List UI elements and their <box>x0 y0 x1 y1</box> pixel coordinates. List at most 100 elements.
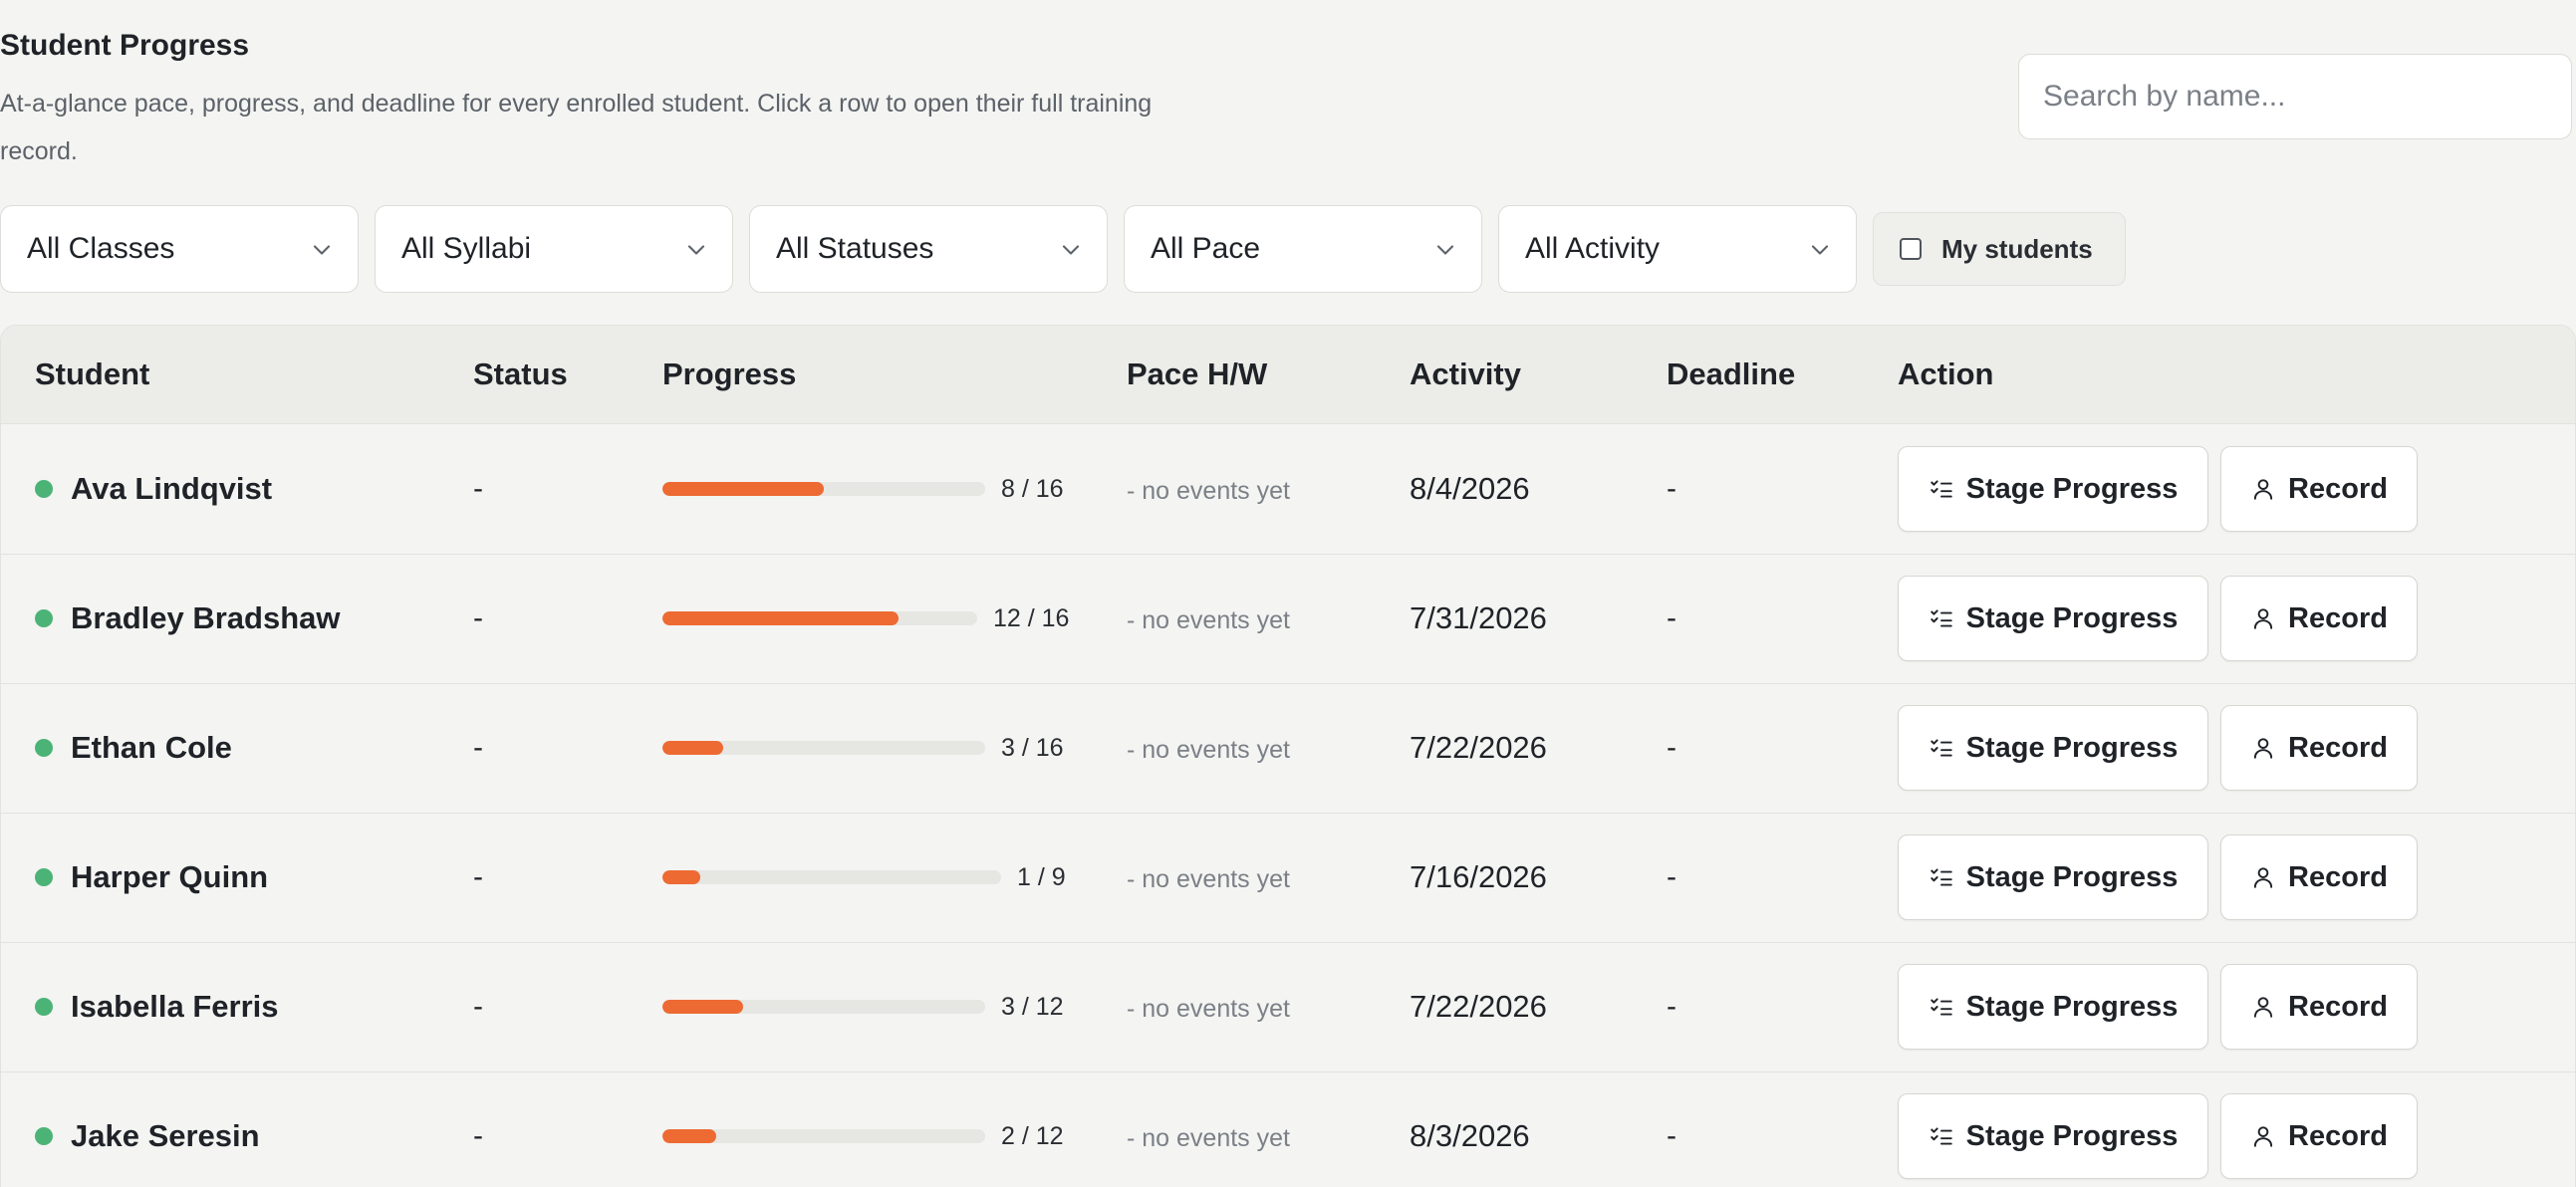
stage-progress-button[interactable]: Stage Progress <box>1898 964 2208 1050</box>
user-icon <box>2253 997 2273 1018</box>
pace-filter-select[interactable]: All Pace <box>1124 205 1482 293</box>
active-status-dot <box>35 998 53 1016</box>
user-icon <box>2253 738 2273 759</box>
column-header-deadline[interactable]: Deadline <box>1667 326 1795 423</box>
progress-bar-fill <box>662 611 899 625</box>
student-name: Ava Lindqvist <box>71 471 273 506</box>
progress-bar <box>662 1000 985 1014</box>
student-status: - <box>473 860 483 893</box>
record-label: Record <box>2288 1119 2388 1152</box>
record-button[interactable]: Record <box>2220 705 2418 791</box>
pace-value: - no events yet <box>1127 736 1290 764</box>
my-students-toggle[interactable]: My students <box>1873 212 2126 286</box>
page-description: At-a-glance pace, progress, and deadline… <box>0 90 1153 165</box>
stage-progress-label: Stage Progress <box>1965 731 2179 764</box>
pace-value: - no events yet <box>1127 1124 1290 1152</box>
column-header-action: Action <box>1898 356 1994 391</box>
status-filter-value: All Statuses <box>776 232 934 265</box>
record-button[interactable]: Record <box>2220 834 2418 920</box>
stage-progress-button[interactable]: Stage Progress <box>1898 705 2208 791</box>
progress-bar-fill <box>662 1000 743 1014</box>
checklist-icon <box>1930 868 1952 886</box>
chevron-down-icon <box>1811 245 1829 255</box>
deadline-value: - <box>1667 860 1676 893</box>
pace-value: - no events yet <box>1127 606 1290 634</box>
syllabus-filter-select[interactable]: All Syllabi <box>375 205 733 293</box>
student-status: - <box>473 601 483 634</box>
pace-value: - no events yet <box>1127 865 1290 893</box>
progress-bar-fill <box>662 1129 716 1143</box>
column-header-student[interactable]: Student <box>35 326 149 423</box>
column-header-pace[interactable]: Pace H/W <box>1127 326 1267 423</box>
student-name: Jake Seresin <box>71 1118 260 1153</box>
activity-filter-select[interactable]: All Activity <box>1498 205 1857 293</box>
table-row[interactable]: Jake Seresin - 2 / 12 - no events yet 8/3/20… <box>1 1071 2575 1187</box>
record-button[interactable]: Record <box>2220 446 2418 532</box>
checklist-icon <box>1930 998 1952 1016</box>
record-button[interactable]: Record <box>2220 576 2418 661</box>
class-filter-select[interactable]: All Classes <box>0 205 359 293</box>
column-header-status[interactable]: Status <box>473 326 568 423</box>
chevron-down-icon <box>687 245 705 255</box>
progress-bar-fill <box>662 741 723 755</box>
activity-date: 7/22/2026 <box>1410 730 1547 765</box>
progress-bar <box>662 611 977 625</box>
student-name: Isabella Ferris <box>71 989 279 1024</box>
column-header-progress[interactable]: Progress <box>662 326 796 423</box>
chevron-down-icon <box>1436 245 1454 255</box>
activity-filter-value: All Activity <box>1525 232 1661 265</box>
table-row[interactable]: Ethan Cole - 3 / 16 - no events yet 7/22/202… <box>1 683 2575 814</box>
deadline-value: - <box>1667 990 1676 1023</box>
stage-progress-label: Stage Progress <box>1965 601 2179 634</box>
record-button[interactable]: Record <box>2220 964 2418 1050</box>
record-label: Record <box>2288 472 2388 505</box>
record-label: Record <box>2288 731 2388 764</box>
table-row[interactable]: Ava Lindqvist - 8 / 16 - no events yet 8/4/2… <box>1 424 2575 555</box>
progress-count: 3 / 12 <box>1001 993 1064 1021</box>
students-table: Student Status Progress Pace H/W Activit… <box>0 325 2576 1187</box>
deadline-value: - <box>1667 472 1676 505</box>
progress-bar <box>662 1129 985 1143</box>
record-label: Record <box>2288 601 2388 634</box>
deadline-value: - <box>1667 731 1676 764</box>
progress-bar <box>662 870 1001 884</box>
student-status: - <box>473 1119 483 1152</box>
table-row[interactable]: Bradley Bradshaw - 12 / 16 - no events yet 7… <box>1 554 2575 684</box>
stage-progress-button[interactable]: Stage Progress <box>1898 576 2208 661</box>
record-button[interactable]: Record <box>2220 1093 2418 1179</box>
stage-progress-button[interactable]: Stage Progress <box>1898 1093 2208 1179</box>
column-header-activity[interactable]: Activity <box>1410 326 1521 423</box>
my-students-label: My students <box>1941 233 2093 264</box>
checklist-icon <box>1930 1127 1952 1145</box>
stage-progress-button[interactable]: Stage Progress <box>1898 446 2208 532</box>
progress-count: 1 / 9 <box>1017 863 1066 891</box>
pace-filter-value: All Pace <box>1151 232 1261 265</box>
student-name: Bradley Bradshaw <box>71 600 341 635</box>
active-status-dot <box>35 739 53 757</box>
active-status-dot <box>35 480 53 498</box>
active-status-dot <box>35 868 53 886</box>
class-filter-value: All Classes <box>27 232 175 265</box>
progress-bar-fill <box>662 482 824 496</box>
table-header: Student Status Progress Pace H/W Activit… <box>1 326 2575 424</box>
progress-count: 2 / 12 <box>1001 1122 1064 1150</box>
student-name: Harper Quinn <box>71 859 269 894</box>
my-students-checkbox[interactable] <box>1900 238 1922 260</box>
status-filter-select[interactable]: All Statuses <box>749 205 1108 293</box>
stage-progress-button[interactable]: Stage Progress <box>1898 834 2208 920</box>
active-status-dot <box>35 609 53 627</box>
chevron-down-icon <box>313 245 331 255</box>
table-row[interactable]: Isabella Ferris - 3 / 12 - no events yet 7/2… <box>1 942 2575 1072</box>
student-status: - <box>473 731 483 764</box>
table-row[interactable]: Harper Quinn - 1 / 9 - no events yet 7/16/20… <box>1 813 2575 943</box>
user-icon <box>2253 479 2273 500</box>
progress-bar <box>662 482 985 496</box>
page-title: Student Progress <box>0 29 250 62</box>
student-status: - <box>473 472 483 505</box>
progress-bar-fill <box>662 870 700 884</box>
deadline-value: - <box>1667 1119 1676 1152</box>
pace-value: - no events yet <box>1127 995 1290 1023</box>
search-input[interactable] <box>2018 54 2572 139</box>
deadline-value: - <box>1667 601 1676 634</box>
syllabus-filter-value: All Syllabi <box>401 232 532 265</box>
